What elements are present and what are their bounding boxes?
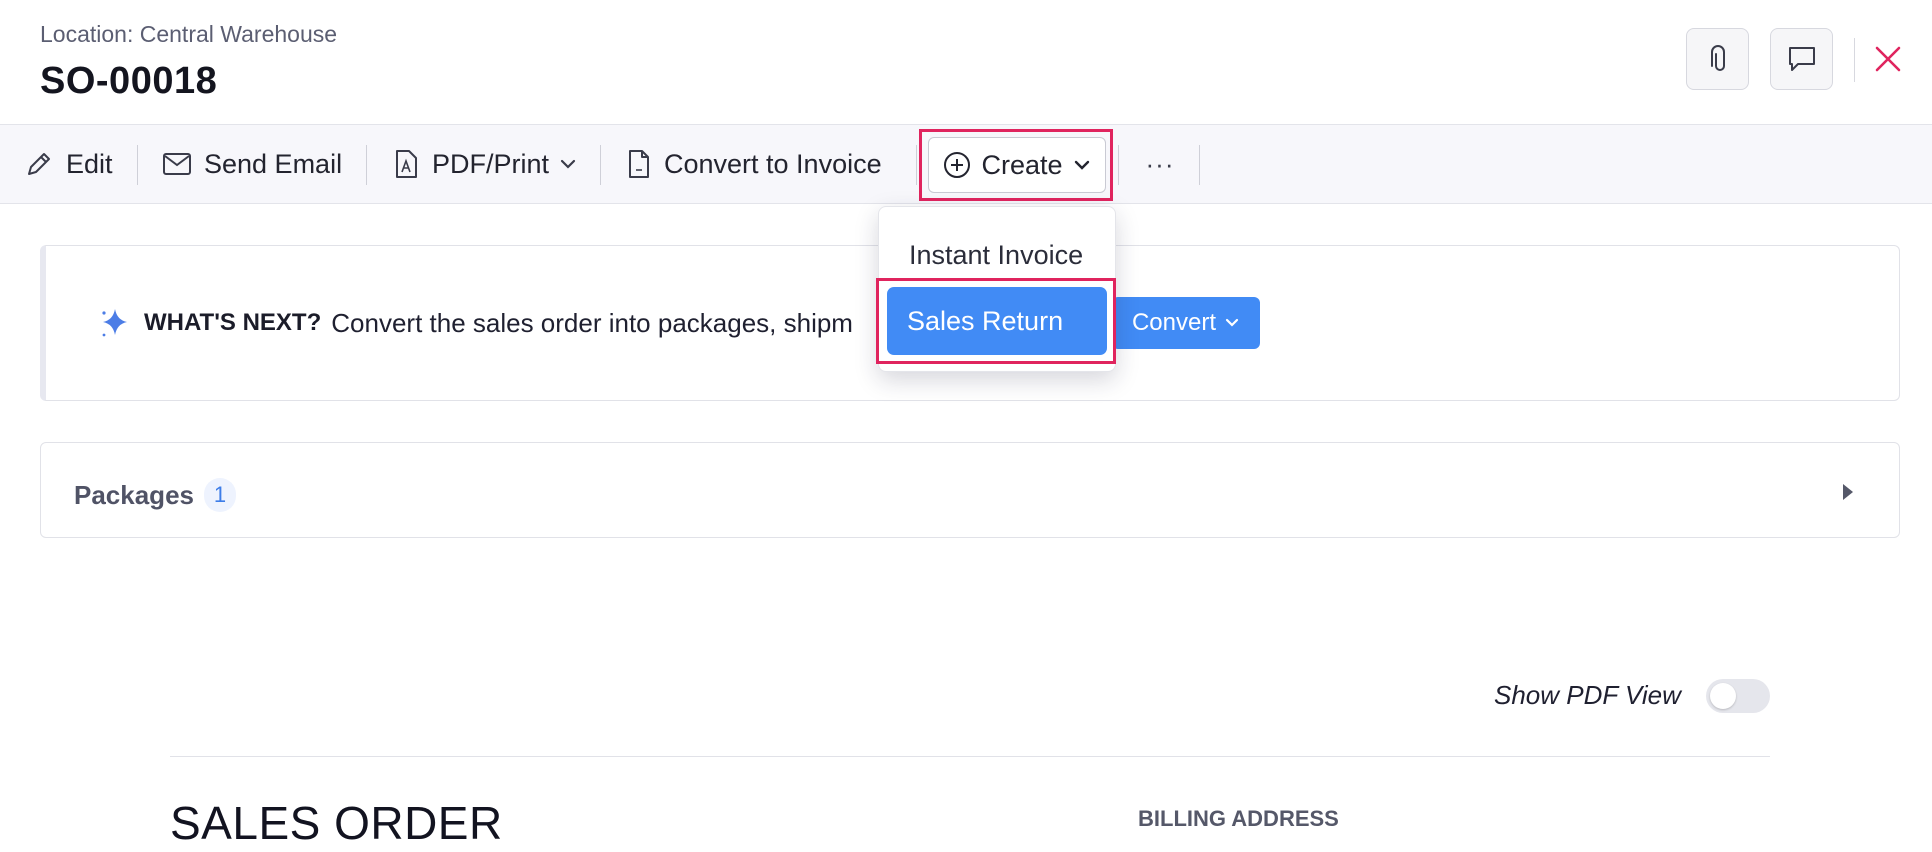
attach-button[interactable] (1686, 28, 1749, 90)
menu-item-sales-return[interactable]: Sales Return (887, 287, 1107, 355)
document-heading: SALES ORDER (170, 797, 503, 849)
create-button[interactable]: Create (928, 137, 1106, 193)
packages-section[interactable] (40, 442, 1900, 538)
toolbar-divider (600, 145, 601, 185)
menu-item-label: Sales Return (907, 305, 1064, 336)
menu-item-label: Instant Invoice (909, 239, 1084, 270)
caret-right-icon[interactable] (1840, 482, 1856, 502)
more-options-button[interactable]: ··· (1140, 125, 1180, 203)
header-divider (1854, 38, 1855, 82)
document-divider (170, 756, 1770, 757)
toolbar-divider (366, 145, 367, 185)
page-title: SO-00018 (40, 60, 218, 102)
chevron-down-icon (1225, 318, 1239, 327)
chevron-down-icon (1074, 160, 1089, 170)
page-header: Location: Central Warehouse SO-00018 (0, 0, 1932, 124)
sparkle-icon (102, 309, 127, 337)
pdf-print-button[interactable]: PDF/Print (392, 125, 577, 203)
toolbar-divider (1199, 145, 1200, 185)
toolbar-divider (1118, 145, 1119, 185)
plus-circle-icon (944, 152, 971, 178)
convert-to-invoice-label: Convert to Invoice (664, 148, 882, 179)
send-email-label: Send Email (204, 148, 343, 179)
convert-label: Convert (1131, 309, 1217, 336)
show-pdf-view-label: Show PDF View (1494, 680, 1681, 710)
whats-next-label: WHAT'S NEXT? (144, 309, 322, 336)
convert-button[interactable]: Convert (1112, 297, 1260, 349)
more-icon: ··· (1145, 148, 1175, 179)
menu-item-instant-invoice[interactable]: Instant Invoice (879, 225, 1117, 285)
document-icon (629, 150, 649, 178)
edit-button[interactable]: Edit (24, 125, 113, 203)
whats-next-text: Convert the sales order into packages, s… (331, 307, 853, 338)
edit-label: Edit (66, 148, 113, 179)
toggle-knob (1710, 683, 1736, 709)
comment-button[interactable] (1770, 28, 1833, 90)
close-button[interactable] (1870, 38, 1906, 80)
toolbar-divider (137, 145, 138, 185)
pdf-icon (396, 150, 417, 178)
whats-next-content: WHAT'S NEXT? Convert the sales order int… (98, 305, 853, 341)
action-toolbar: Edit Send Email PDF/Print Convert to Inv… (0, 124, 1932, 204)
mail-icon (163, 153, 191, 175)
create-label: Create (981, 149, 1063, 180)
send-email-button[interactable]: Send Email (162, 125, 342, 203)
comment-icon (1788, 47, 1815, 71)
packages-label: Packages (74, 480, 194, 510)
toolbar-divider (916, 145, 917, 185)
billing-address-label: BILLING ADDRESS (1138, 806, 1339, 831)
close-icon (1875, 46, 1901, 72)
packages-count-badge: 1 (204, 478, 236, 512)
pdf-view-toggle[interactable] (1706, 679, 1770, 713)
pencil-icon (28, 153, 50, 175)
location-label: Location: Central Warehouse (40, 21, 338, 47)
pdf-print-label: PDF/Print (432, 148, 550, 179)
chevron-down-icon (560, 159, 576, 169)
convert-to-invoice-button[interactable]: Convert to Invoice (626, 125, 882, 203)
paperclip-icon (1710, 45, 1725, 71)
